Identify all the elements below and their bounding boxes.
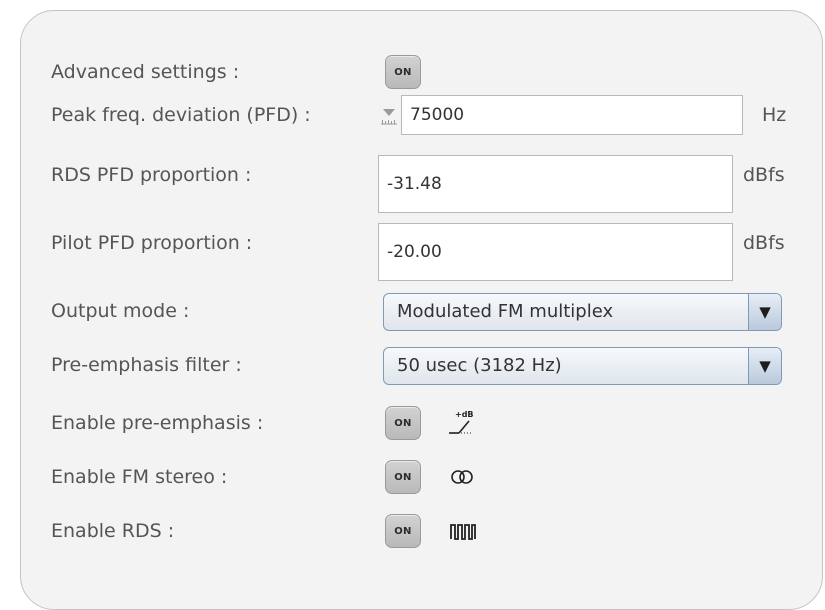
rds-pfd-input[interactable]: -31.48 <box>378 155 733 213</box>
pfd-unit: Hz <box>762 104 787 126</box>
output-mode-label: Output mode : <box>51 300 190 322</box>
output-mode-row: Output mode : Modulated FM multiplex ▼ <box>21 291 822 331</box>
pre-emphasis-filter-value: 50 usec (3182 Hz) <box>397 355 562 376</box>
enable-pre-emphasis-toggle[interactable]: ON <box>385 406 421 440</box>
advanced-settings-row: Advanced settings : ON <box>21 52 822 92</box>
chevron-down-icon[interactable]: ▼ <box>748 348 781 384</box>
output-mode-select[interactable]: Modulated FM multiplex ▼ <box>383 293 782 331</box>
enable-rds-label: Enable RDS : <box>51 520 175 542</box>
advanced-settings-toggle[interactable]: ON <box>385 55 421 89</box>
pilot-pfd-label: Pilot PFD proportion : <box>51 232 253 254</box>
enable-pre-emphasis-row: Enable pre-emphasis : ON +dB <box>21 403 822 443</box>
pfd-label: Peak freq. deviation (PFD) : <box>51 104 311 126</box>
enable-pre-emphasis-label: Enable pre-emphasis : <box>51 412 264 434</box>
pre-emphasis-icon: +dB <box>445 407 479 439</box>
enable-fm-stereo-row: Enable FM stereo : ON <box>21 457 822 497</box>
pfd-input[interactable]: 75000 <box>401 95 743 135</box>
pre-emphasis-icon-text: +dB <box>455 410 474 419</box>
rds-waveform-icon <box>449 519 477 543</box>
pre-emphasis-filter-row: Pre-emphasis filter : 50 usec (3182 Hz) … <box>21 345 822 385</box>
spin-adjust-icon[interactable] <box>379 107 399 127</box>
pre-emphasis-filter-label: Pre-emphasis filter : <box>51 354 242 376</box>
enable-fm-stereo-label: Enable FM stereo : <box>51 466 228 488</box>
settings-panel: Advanced settings : ON Peak freq. deviat… <box>20 10 823 610</box>
pilot-pfd-unit: dBfs <box>743 232 785 254</box>
enable-rds-toggle[interactable]: ON <box>385 514 421 548</box>
pre-emphasis-filter-select[interactable]: 50 usec (3182 Hz) ▼ <box>383 347 782 385</box>
output-mode-value: Modulated FM multiplex <box>397 301 614 322</box>
rds-pfd-row: RDS PFD proportion : -31.48 dBfs <box>21 155 822 213</box>
advanced-settings-label: Advanced settings : <box>51 61 240 83</box>
chevron-down-icon[interactable]: ▼ <box>748 294 781 330</box>
pilot-pfd-row: Pilot PFD proportion : -20.00 dBfs <box>21 223 822 281</box>
rds-pfd-label: RDS PFD proportion : <box>51 164 252 186</box>
rds-pfd-unit: dBfs <box>743 164 785 186</box>
enable-fm-stereo-toggle[interactable]: ON <box>385 460 421 494</box>
enable-rds-row: Enable RDS : ON <box>21 511 822 551</box>
stereo-icon <box>449 465 475 489</box>
pfd-row: Peak freq. deviation (PFD) : 75000 Hz <box>21 95 822 135</box>
pilot-pfd-input[interactable]: -20.00 <box>378 223 733 281</box>
